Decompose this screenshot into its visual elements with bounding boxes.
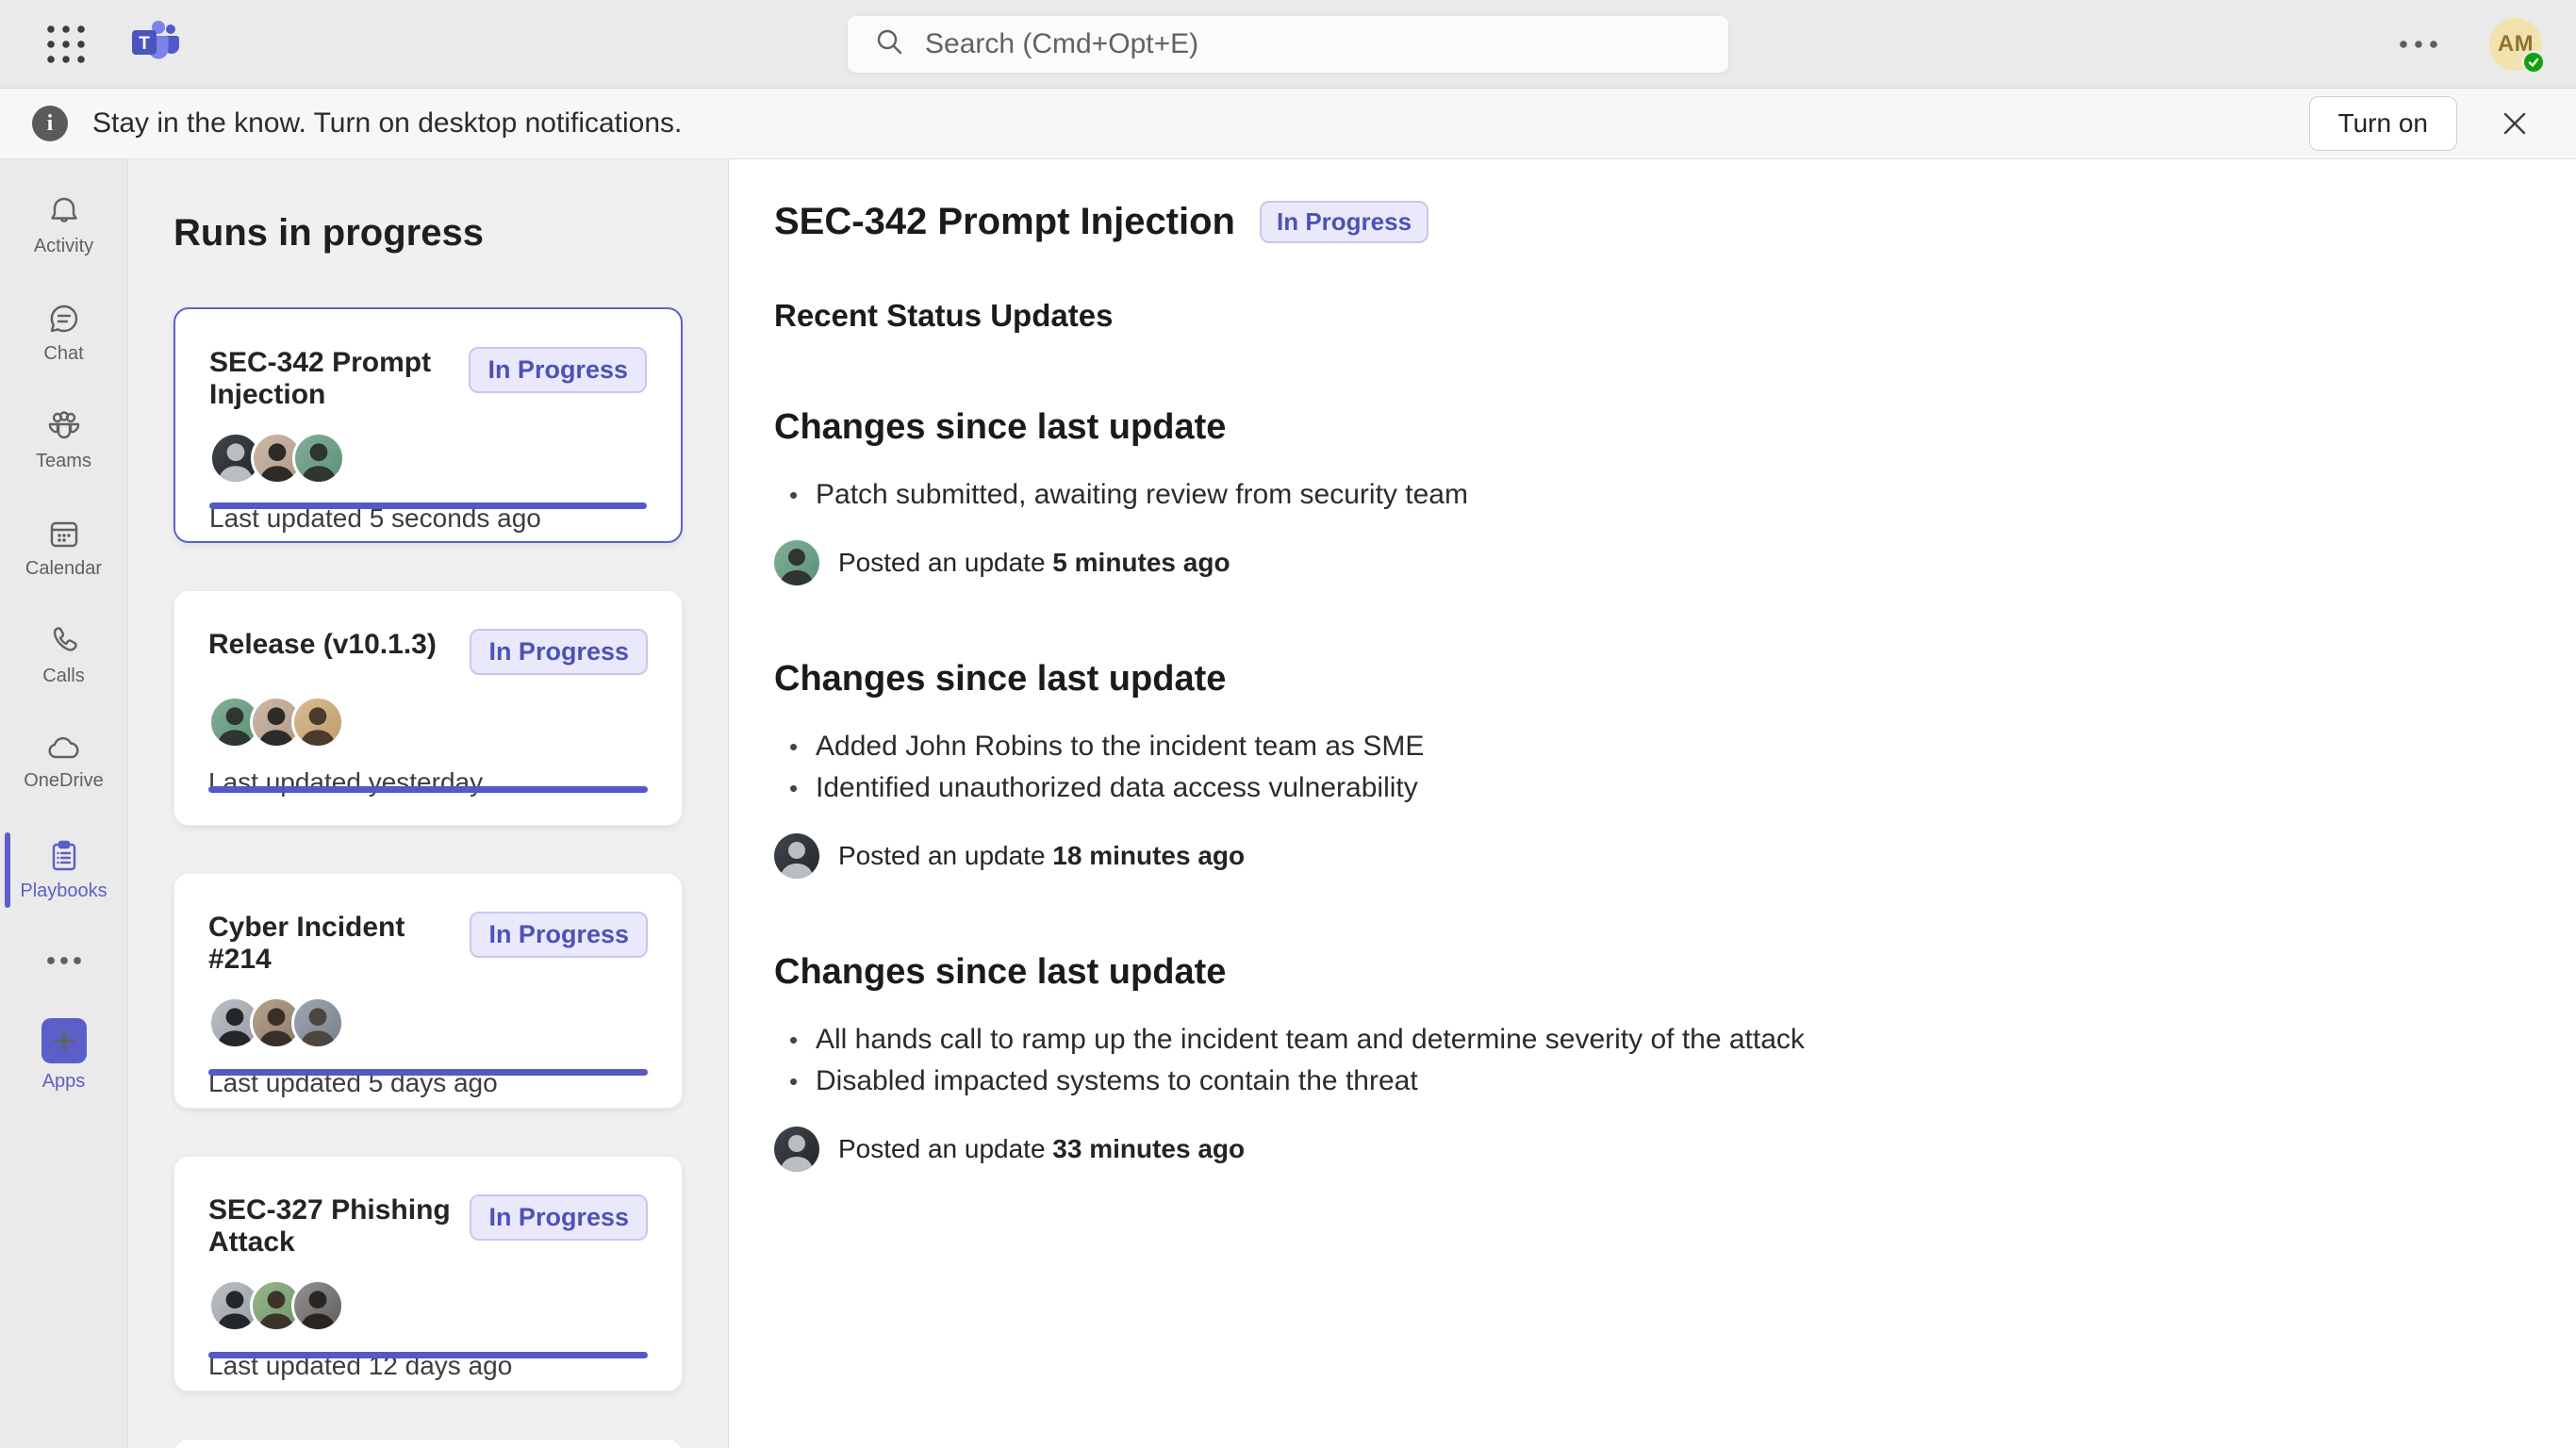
avatar [292,432,345,485]
runs-panel-title: Runs in progress [173,212,683,255]
run-card-sec-342[interactable]: SEC-342 Prompt Injection In Progress Las… [173,307,683,543]
posted-time: 33 minutes ago [1052,1134,1245,1163]
avatar [291,1279,344,1332]
clipboard-icon [47,839,81,873]
people-group-icon [46,409,82,443]
update-bullets: Patch submitted, awaiting review from se… [774,474,2519,516]
poster-avatar [774,1127,819,1172]
status-badge: In Progress [1260,201,1428,243]
more-options-icon[interactable] [2397,38,2440,51]
avatar [291,696,344,749]
posted-time: 5 minutes ago [1052,548,1230,577]
info-icon [32,106,68,141]
section-title: Recent Status Updates [774,298,2519,334]
sidebar-item-teams[interactable]: Teams [0,395,128,485]
sidebar-item-calls[interactable]: Calls [0,610,128,700]
run-card-sec-327[interactable]: SEC-327 Phishing Attack In Progress Last… [173,1156,683,1391]
member-avatars [208,696,648,749]
top-bar: T AM [0,0,2576,89]
teams-logo-icon: T [130,19,179,69]
last-updated-text: Last updated yesterday [208,767,648,798]
status-update: Changes since last update Patch submitte… [774,407,2519,585]
turn-on-button[interactable]: Turn on [2309,96,2457,151]
chat-bubble-icon [47,302,81,336]
progress-bar [208,1069,648,1076]
posted-row: Posted an update 5 minutes ago [774,540,2519,585]
run-card-release[interactable]: Release (v10.1.3) In Progress Last updat… [173,590,683,826]
sidebar-item-chat[interactable]: Chat [0,288,128,378]
update-bullets: Added John Robins to the incident team a… [774,726,2519,809]
status-badge: In Progress [469,347,647,393]
search-input[interactable] [925,28,1702,60]
member-avatars [208,1279,648,1332]
run-card-cyber-incident[interactable]: Cyber Incident #214 In Progress Last upd… [173,873,683,1109]
phone-icon [47,624,81,658]
status-update: Changes since last update Added John Rob… [774,659,2519,879]
app-rail: Activity Chat Teams [0,159,128,1448]
poster-avatar [774,540,819,585]
account-avatar[interactable]: AM [2489,18,2542,71]
posted-text: Posted an update 33 minutes ago [838,1134,1245,1164]
progress-bar [209,502,647,509]
bullet-item: Patch submitted, awaiting review from se… [774,474,2519,516]
run-card-title: SEC-327 Phishing Attack [208,1194,470,1259]
search-bar[interactable] [847,15,1729,74]
bullet-item: Added John Robins to the incident team a… [774,726,2519,767]
sidebar-item-playbooks[interactable]: Playbooks [0,825,128,915]
bullet-item: Disabled impacted systems to contain the… [774,1061,2519,1102]
run-card-title: Release (v10.1.3) [208,629,437,661]
posted-text: Posted an update 18 minutes ago [838,841,1245,871]
run-card-partial[interactable] [173,1439,683,1448]
posted-row: Posted an update 33 minutes ago [774,1127,2519,1172]
progress-bar [208,786,648,793]
posted-row: Posted an update 18 minutes ago [774,833,2519,879]
status-available-icon [2521,50,2546,74]
progress-bar [208,1352,648,1358]
plus-icon [41,1018,87,1063]
search-icon [874,26,904,61]
run-detail-pane: SEC-342 Prompt Injection In Progress Rec… [729,159,2576,1448]
status-update: Changes since last update All hands call… [774,952,2519,1172]
status-badge: In Progress [470,1194,648,1241]
cloud-icon [45,734,83,763]
sidebar-item-activity[interactable]: Activity [0,180,128,271]
member-avatars [208,996,648,1049]
avatar [291,996,344,1049]
banner-message: Stay in the know. Turn on desktop notifi… [92,107,682,140]
update-heading: Changes since last update [774,659,2519,699]
posted-time: 18 minutes ago [1052,841,1245,870]
bell-icon [47,194,81,228]
update-bullets: All hands call to ramp up the incident t… [774,1019,2519,1102]
sidebar-more-icon[interactable] [0,932,128,989]
member-avatars [209,432,647,485]
sidebar-item-apps[interactable]: Apps [0,1010,128,1100]
bullet-item: Identified unauthorized data access vuln… [774,767,2519,809]
posted-text: Posted an update 5 minutes ago [838,548,1230,578]
status-badge: In Progress [470,629,648,675]
update-heading: Changes since last update [774,407,2519,448]
page-title: SEC-342 Prompt Injection [774,201,1235,243]
sidebar-item-onedrive[interactable]: OneDrive [0,717,128,808]
runs-panel: Runs in progress SEC-342 Prompt Injectio… [128,159,729,1448]
app-launcher-icon[interactable] [41,20,91,69]
sidebar-item-calendar[interactable]: Calendar [0,502,128,593]
svg-text:T: T [139,34,150,54]
run-card-title: SEC-342 Prompt Injection [209,347,469,411]
teams-app-window: T AM [0,0,2576,1448]
calendar-icon [47,517,81,551]
notification-banner: Stay in the know. Turn on desktop notifi… [0,89,2576,159]
poster-avatar [774,833,819,879]
run-card-title: Cyber Incident #214 [208,912,470,976]
close-icon[interactable] [2499,107,2544,140]
update-heading: Changes since last update [774,952,2519,993]
status-badge: In Progress [470,912,648,958]
bullet-item: All hands call to ramp up the incident t… [774,1019,2519,1061]
